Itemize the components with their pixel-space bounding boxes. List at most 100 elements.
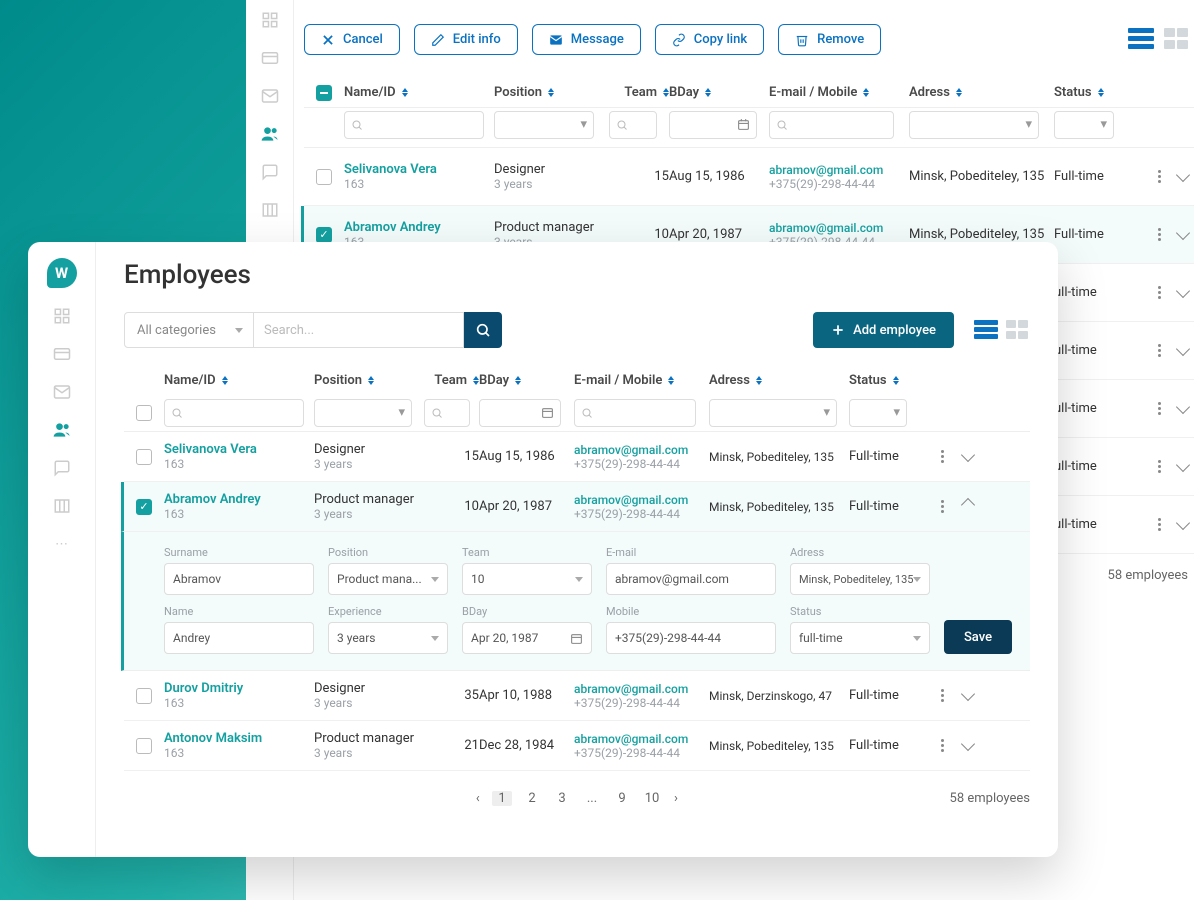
- expand-icon[interactable]: [961, 498, 975, 512]
- table-row[interactable]: Selivanova Vera163 Designer3 years 15 Au…: [304, 148, 1194, 206]
- email-input[interactable]: abramov@gmail.com: [606, 563, 776, 595]
- expand-icon[interactable]: [1176, 284, 1190, 298]
- table-row[interactable]: Selivanova Vera163 Designer3 years 15 Au…: [124, 432, 1030, 482]
- row-menu-icon[interactable]: [1152, 286, 1166, 299]
- row-checkbox[interactable]: [136, 499, 152, 515]
- card-icon[interactable]: [260, 48, 280, 68]
- grid-view-icon[interactable]: [1164, 28, 1190, 50]
- employee-name-link[interactable]: Selivanova Vera: [344, 162, 494, 177]
- filter-position-select[interactable]: ▾: [494, 111, 594, 139]
- sort-icon[interactable]: [756, 376, 762, 385]
- filter-team-input[interactable]: [424, 399, 470, 427]
- message-button[interactable]: Message: [532, 24, 641, 55]
- address-select[interactable]: Minsk, Pobediteley, 135: [790, 563, 930, 595]
- employee-name-link[interactable]: Abramov Andrey: [344, 220, 494, 235]
- row-checkbox[interactable]: [316, 227, 332, 243]
- employee-name-link[interactable]: Durov Dmitriy: [164, 681, 314, 696]
- page-button[interactable]: 10: [642, 791, 662, 806]
- sort-icon[interactable]: [368, 376, 374, 385]
- table-row[interactable]: Durov Dmitriy163 Designer3 years 35 Apr …: [124, 671, 1030, 721]
- card-icon[interactable]: [52, 344, 72, 364]
- team-select[interactable]: 10: [462, 563, 592, 595]
- page-button[interactable]: 9: [612, 791, 632, 806]
- people-icon[interactable]: [260, 124, 280, 144]
- sort-icon[interactable]: [863, 88, 869, 97]
- filter-name-input[interactable]: [344, 111, 484, 139]
- row-menu-icon[interactable]: [1152, 518, 1166, 531]
- filter-email-input[interactable]: [574, 399, 696, 427]
- row-menu-icon[interactable]: [1152, 460, 1166, 473]
- next-page-button[interactable]: ›: [674, 791, 678, 806]
- filter-bday-input[interactable]: [669, 111, 757, 139]
- expand-icon[interactable]: [961, 737, 975, 751]
- filter-address-select[interactable]: ▾: [909, 111, 1039, 139]
- table-row[interactable]: Antonov Maksim163 Product manager3 years…: [124, 721, 1030, 771]
- copy-link-button[interactable]: Copy link: [655, 24, 764, 55]
- search-input[interactable]: Search...: [254, 312, 464, 348]
- filter-status-select[interactable]: ▾: [1054, 111, 1114, 139]
- more-icon[interactable]: ⋯: [52, 534, 72, 554]
- row-menu-icon[interactable]: [1152, 344, 1166, 357]
- expand-icon[interactable]: [1176, 458, 1190, 472]
- chat-icon[interactable]: [52, 458, 72, 478]
- sort-icon[interactable]: [893, 376, 899, 385]
- filter-email-input[interactable]: [769, 111, 894, 139]
- filter-team-input[interactable]: [609, 111, 657, 139]
- row-menu-icon[interactable]: [935, 450, 949, 463]
- list-view-icon[interactable]: [1128, 28, 1154, 50]
- expand-icon[interactable]: [1176, 168, 1190, 182]
- name-input[interactable]: Andrey: [164, 622, 314, 654]
- filter-bday-input[interactable]: [479, 399, 561, 427]
- bday-input[interactable]: Apr 20, 1987: [462, 622, 592, 654]
- mail-icon[interactable]: [52, 382, 72, 402]
- surname-input[interactable]: Abramov: [164, 563, 314, 595]
- row-menu-icon[interactable]: [1152, 228, 1166, 241]
- grid-view-icon[interactable]: [1006, 320, 1030, 340]
- position-select[interactable]: Product mana...: [328, 563, 448, 595]
- category-select[interactable]: All categories: [124, 312, 254, 348]
- sort-icon[interactable]: [1098, 88, 1104, 97]
- expand-icon[interactable]: [961, 448, 975, 462]
- grid-icon[interactable]: [52, 496, 72, 516]
- add-employee-button[interactable]: Add employee: [813, 312, 954, 348]
- edit-button[interactable]: Edit info: [414, 24, 518, 55]
- sort-icon[interactable]: [548, 88, 554, 97]
- page-button[interactable]: 1: [492, 791, 512, 806]
- chat-icon[interactable]: [260, 162, 280, 182]
- filter-address-select[interactable]: ▾: [709, 399, 837, 427]
- employee-name-link[interactable]: Abramov Andrey: [164, 492, 314, 507]
- expand-icon[interactable]: [961, 687, 975, 701]
- row-menu-icon[interactable]: [935, 739, 949, 752]
- dashboard-icon[interactable]: [52, 306, 72, 326]
- row-checkbox[interactable]: [136, 688, 152, 704]
- expand-icon[interactable]: [1176, 342, 1190, 356]
- experience-select[interactable]: 3 years: [328, 622, 448, 654]
- row-menu-icon[interactable]: [935, 689, 949, 702]
- sort-icon[interactable]: [222, 376, 228, 385]
- cancel-button[interactable]: Cancel: [304, 24, 400, 55]
- employee-name-link[interactable]: Selivanova Vera: [164, 442, 314, 457]
- row-menu-icon[interactable]: [1152, 170, 1166, 183]
- save-button[interactable]: Save: [944, 620, 1012, 654]
- people-icon[interactable]: [52, 420, 72, 440]
- sort-icon[interactable]: [668, 376, 674, 385]
- prev-page-button[interactable]: ›: [476, 791, 480, 806]
- sort-icon[interactable]: [956, 88, 962, 97]
- search-button[interactable]: [464, 312, 502, 348]
- remove-button[interactable]: Remove: [778, 24, 881, 55]
- row-checkbox[interactable]: [136, 738, 152, 754]
- list-view-icon[interactable]: [974, 320, 998, 340]
- dashboard-icon[interactable]: [260, 10, 280, 30]
- sort-icon[interactable]: [402, 88, 408, 97]
- page-button[interactable]: 3: [552, 791, 572, 806]
- table-row[interactable]: Abramov Andrey163 Product manager3 years…: [121, 482, 1030, 532]
- mobile-input[interactable]: +375(29)-298-44-44: [606, 622, 776, 654]
- filter-name-input[interactable]: [164, 399, 304, 427]
- page-button[interactable]: 2: [522, 791, 542, 806]
- expand-icon[interactable]: [1176, 516, 1190, 530]
- mail-icon[interactable]: [260, 86, 280, 106]
- sort-icon[interactable]: [515, 376, 521, 385]
- select-all-checkbox[interactable]: [316, 85, 332, 101]
- expand-icon[interactable]: [1176, 226, 1190, 240]
- sort-icon[interactable]: [705, 88, 711, 97]
